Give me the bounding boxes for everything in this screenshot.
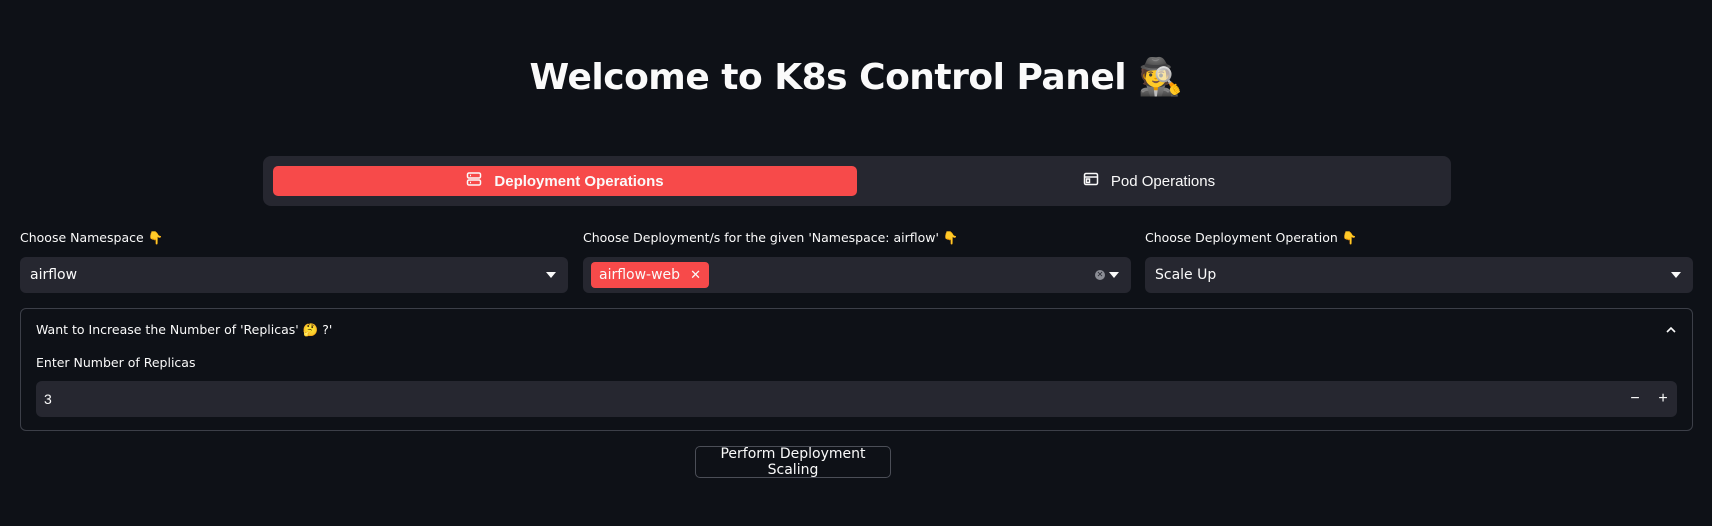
- replicas-value: 3: [44, 391, 52, 407]
- replicas-expander: Want to Increase the Number of 'Replicas…: [20, 308, 1693, 431]
- server-icon: [466, 171, 482, 191]
- namespace-value: airflow: [30, 267, 78, 283]
- replicas-input[interactable]: 3 − +: [36, 381, 1677, 417]
- tab-bar: Deployment Operations Pod Operations: [263, 156, 1451, 206]
- decrement-button[interactable]: −: [1621, 381, 1649, 417]
- operation-value: Scale Up: [1155, 267, 1217, 283]
- chevron-up-icon[interactable]: [1664, 323, 1678, 337]
- chevron-down-icon[interactable]: [1109, 272, 1119, 278]
- clear-icon[interactable]: ✕: [1095, 270, 1105, 280]
- deployments-multiselect[interactable]: airflow-web ✕ ✕: [583, 257, 1131, 293]
- chevron-down-icon[interactable]: [546, 272, 556, 278]
- tab-label: Pod Operations: [1110, 172, 1216, 190]
- tab-pod-operations[interactable]: Pod Operations: [857, 166, 1441, 196]
- chip-label: airflow-web: [599, 267, 681, 283]
- window-icon: [1083, 171, 1099, 191]
- chevron-down-icon[interactable]: [1671, 272, 1681, 278]
- tab-label: Deployment Operations: [494, 172, 664, 190]
- perform-deployment-scaling-button[interactable]: Perform Deployment Scaling: [695, 446, 891, 478]
- close-icon[interactable]: ✕: [690, 268, 701, 283]
- selected-chip[interactable]: airflow-web ✕: [591, 262, 709, 288]
- namespace-select[interactable]: airflow: [20, 257, 568, 293]
- operation-label: Choose Deployment Operation 👇: [1145, 230, 1358, 245]
- increment-button[interactable]: +: [1649, 381, 1677, 417]
- deployments-label: Choose Deployment/s for the given 'Names…: [583, 230, 959, 245]
- page-title: Welcome to K8s Control Panel 🕵️: [529, 57, 1183, 98]
- expander-title[interactable]: Want to Increase the Number of 'Replicas…: [36, 322, 332, 338]
- operation-select[interactable]: Scale Up: [1145, 257, 1693, 293]
- replicas-label: Enter Number of Replicas: [36, 355, 196, 370]
- tab-deployment-operations[interactable]: Deployment Operations: [273, 166, 857, 196]
- namespace-label: Choose Namespace 👇: [20, 230, 164, 245]
